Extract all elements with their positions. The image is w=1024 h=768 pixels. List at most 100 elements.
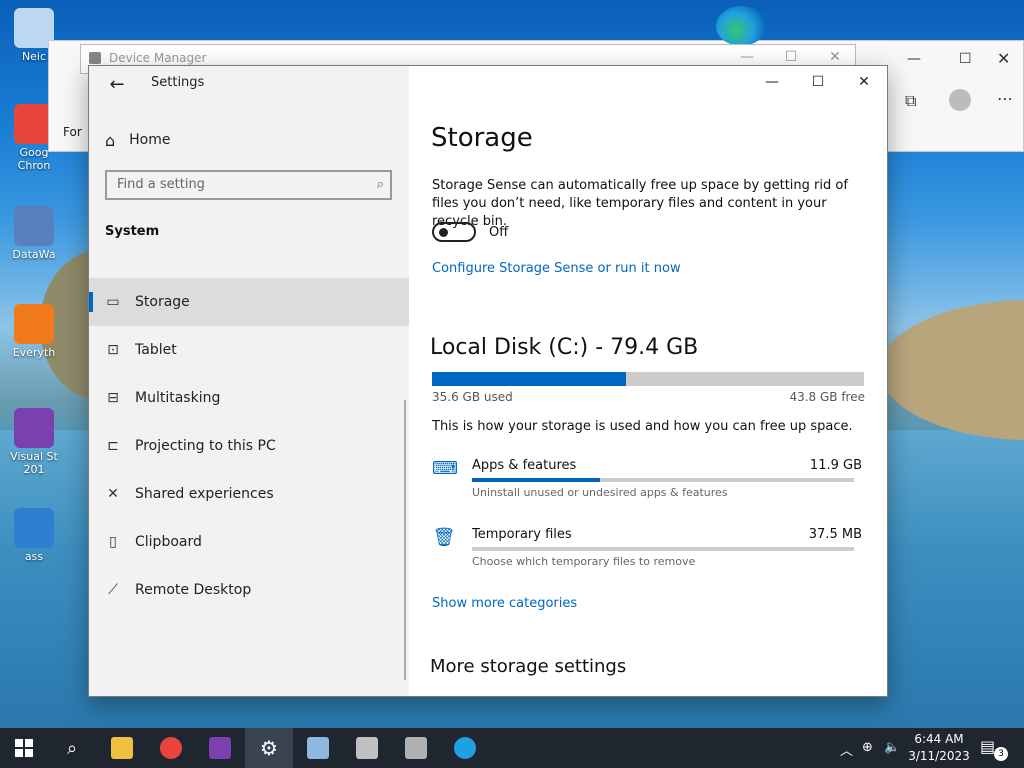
sidebar-item-label: Storage bbox=[135, 294, 190, 310]
home-nav-item[interactable]: ⌂ Home bbox=[105, 128, 171, 152]
section-title: System bbox=[105, 224, 160, 239]
category-usage-bar bbox=[472, 478, 854, 482]
settings-window[interactable]: ← Settings ⌂ Home Find a setting ⌕ Syste… bbox=[88, 65, 888, 697]
start-button[interactable] bbox=[0, 728, 48, 768]
toggle-knob bbox=[439, 228, 448, 237]
show-more-categories-link[interactable]: Show more categories bbox=[432, 596, 577, 611]
configure-storage-sense-link[interactable]: Configure Storage Sense or run it now bbox=[432, 261, 681, 276]
category-size: 37.5 MB bbox=[808, 527, 862, 542]
desktop-icon-label: Visual St 201 bbox=[10, 450, 58, 476]
desktop-icon-label: Everyth bbox=[12, 346, 56, 359]
category-name: Apps & features bbox=[472, 458, 577, 473]
device-manager-title: Device Manager bbox=[109, 51, 207, 65]
category-subtitle: Choose which temporary files to remove bbox=[472, 555, 696, 568]
sidebar-item-tablet[interactable]: ⊡ Tablet bbox=[89, 326, 409, 374]
edge-logo-icon bbox=[716, 6, 766, 46]
shared-experiences-icon: ✕ bbox=[107, 486, 119, 502]
settings-gear-icon: ⚙ bbox=[260, 736, 278, 760]
desktop-icon[interactable]: Visual St 201 bbox=[2, 408, 66, 476]
used-space-label: 35.6 GB used bbox=[432, 390, 513, 404]
device-manager-icon bbox=[89, 52, 101, 64]
storage-sense-description: Storage Sense can automatically free up … bbox=[432, 178, 848, 229]
performance-monitor-icon bbox=[356, 737, 378, 759]
taskbar-clock[interactable]: 6:44 AM 3/11/2023 bbox=[904, 731, 974, 765]
visual-studio-icon bbox=[209, 737, 231, 759]
show-hidden-icons-chevron-icon[interactable]: ︿ bbox=[840, 740, 853, 759]
taskbar-app-button[interactable] bbox=[294, 728, 342, 768]
trash-icon: 🗑 bbox=[432, 527, 456, 548]
page-title: Storage bbox=[431, 123, 533, 153]
sidebar-item-storage[interactable]: ▭ Storage bbox=[89, 278, 409, 326]
more-options-icon[interactable]: ⋯ bbox=[997, 89, 1013, 108]
taskbar-app-button[interactable] bbox=[392, 728, 440, 768]
sidebar-item-label: Multitasking bbox=[135, 390, 221, 406]
search-icon: ⌕ bbox=[376, 177, 384, 192]
sidebar-item-shared-experiences[interactable]: ✕ Shared experiences bbox=[89, 470, 409, 518]
search-icon: ⌕ bbox=[66, 737, 78, 759]
volume-icon[interactable]: 🔈 bbox=[884, 740, 900, 755]
network-globe-icon[interactable]: ⊕ bbox=[862, 740, 873, 755]
edge-tab-text: For bbox=[63, 125, 82, 139]
desktop-icon[interactable]: ass bbox=[2, 508, 66, 563]
storage-sense-toggle[interactable] bbox=[432, 222, 476, 242]
clock-time: 6:44 AM bbox=[914, 732, 964, 746]
search-button[interactable]: ⌕ bbox=[48, 728, 96, 768]
desktop-icon[interactable]: Everyth bbox=[2, 304, 66, 359]
taskbar: ⌕ ⚙ ︿ ⊕ 🔈 6:44 AM 3/11/2023 ▤ 3 bbox=[0, 728, 1024, 768]
back-arrow-icon[interactable]: ← bbox=[105, 74, 129, 98]
sidebar-item-remote-desktop[interactable]: ⟋ Remote Desktop bbox=[89, 566, 409, 614]
close-button[interactable]: ✕ bbox=[841, 70, 887, 94]
storage-icon: ▭ bbox=[106, 294, 120, 310]
sidebar-item-label: Shared experiences bbox=[135, 486, 274, 502]
desktop-icon-label: DataWa bbox=[12, 248, 56, 261]
desktop-icon[interactable]: DataWa bbox=[2, 206, 66, 261]
settings-sidebar: ← Settings ⌂ Home Find a setting ⌕ Syste… bbox=[89, 66, 409, 696]
visual-studio-icon bbox=[14, 408, 54, 448]
find-setting-search-box[interactable]: Find a setting ⌕ bbox=[105, 170, 392, 200]
app-icon bbox=[14, 508, 54, 548]
sidebar-item-label: Remote Desktop bbox=[135, 582, 252, 598]
category-apps-features[interactable]: ⌨ Apps & features 11.9 GB Uninstall unus… bbox=[432, 458, 862, 508]
collections-icon[interactable]: ⧉ bbox=[905, 91, 916, 111]
sidebar-item-label: Projecting to this PC bbox=[135, 438, 276, 454]
home-icon: ⌂ bbox=[105, 130, 116, 150]
sidebar-item-multitasking[interactable]: ⊟ Multitasking bbox=[89, 374, 409, 422]
notification-count-badge: 3 bbox=[994, 747, 1008, 761]
taskbar-app-button[interactable] bbox=[196, 728, 244, 768]
sidebar-scrollbar[interactable] bbox=[404, 400, 406, 680]
chrome-icon bbox=[160, 737, 182, 759]
remote-desktop-app-icon bbox=[307, 737, 329, 759]
settings-app-title: Settings bbox=[151, 75, 205, 90]
clipboard-icon: ▯ bbox=[109, 534, 117, 550]
taskbar-app-button[interactable] bbox=[98, 728, 146, 768]
taskbar-app-button[interactable]: ⚙ bbox=[245, 728, 293, 768]
search-placeholder: Find a setting bbox=[117, 177, 205, 192]
desktop-icon-label: ass bbox=[24, 550, 44, 563]
category-usage-fill bbox=[472, 478, 600, 482]
sidebar-item-projecting-to-this-pc[interactable]: ⊏ Projecting to this PC bbox=[89, 422, 409, 470]
free-space-label: 43.8 GB free bbox=[789, 390, 865, 404]
minimize-button[interactable]: — bbox=[749, 70, 795, 94]
taskbar-app-button[interactable] bbox=[441, 728, 489, 768]
taskbar-app-button[interactable] bbox=[343, 728, 391, 768]
edge-close-button[interactable]: ✕ bbox=[997, 49, 1010, 68]
category-size: 11.9 GB bbox=[809, 458, 862, 473]
edge-minimize-button[interactable]: — bbox=[907, 51, 921, 67]
category-subtitle: Uninstall unused or undesired apps & fea… bbox=[472, 486, 728, 499]
edge-maximize-button[interactable]: ☐ bbox=[959, 51, 972, 67]
profile-avatar-icon[interactable] bbox=[949, 89, 971, 111]
windows-logo-icon bbox=[15, 739, 33, 757]
edge-icon bbox=[454, 737, 476, 759]
sidebar-item-clipboard[interactable]: ▯ Clipboard bbox=[89, 518, 409, 566]
category-temporary-files[interactable]: 🗑 Temporary files 37.5 MB Choose which t… bbox=[432, 527, 862, 577]
projecting-icon: ⊏ bbox=[107, 438, 119, 454]
home-label: Home bbox=[129, 132, 171, 148]
disk-usage-bar bbox=[432, 372, 864, 386]
maximize-button[interactable]: ☐ bbox=[795, 70, 841, 94]
taskbar-app-button[interactable] bbox=[147, 728, 195, 768]
disk-usage-fill bbox=[432, 372, 626, 386]
notification-center-icon[interactable]: ▤ 3 bbox=[980, 737, 1008, 761]
network-app-icon bbox=[405, 737, 427, 759]
keyboard-icon: ⌨ bbox=[432, 458, 458, 479]
sidebar-item-label: Clipboard bbox=[135, 534, 202, 550]
